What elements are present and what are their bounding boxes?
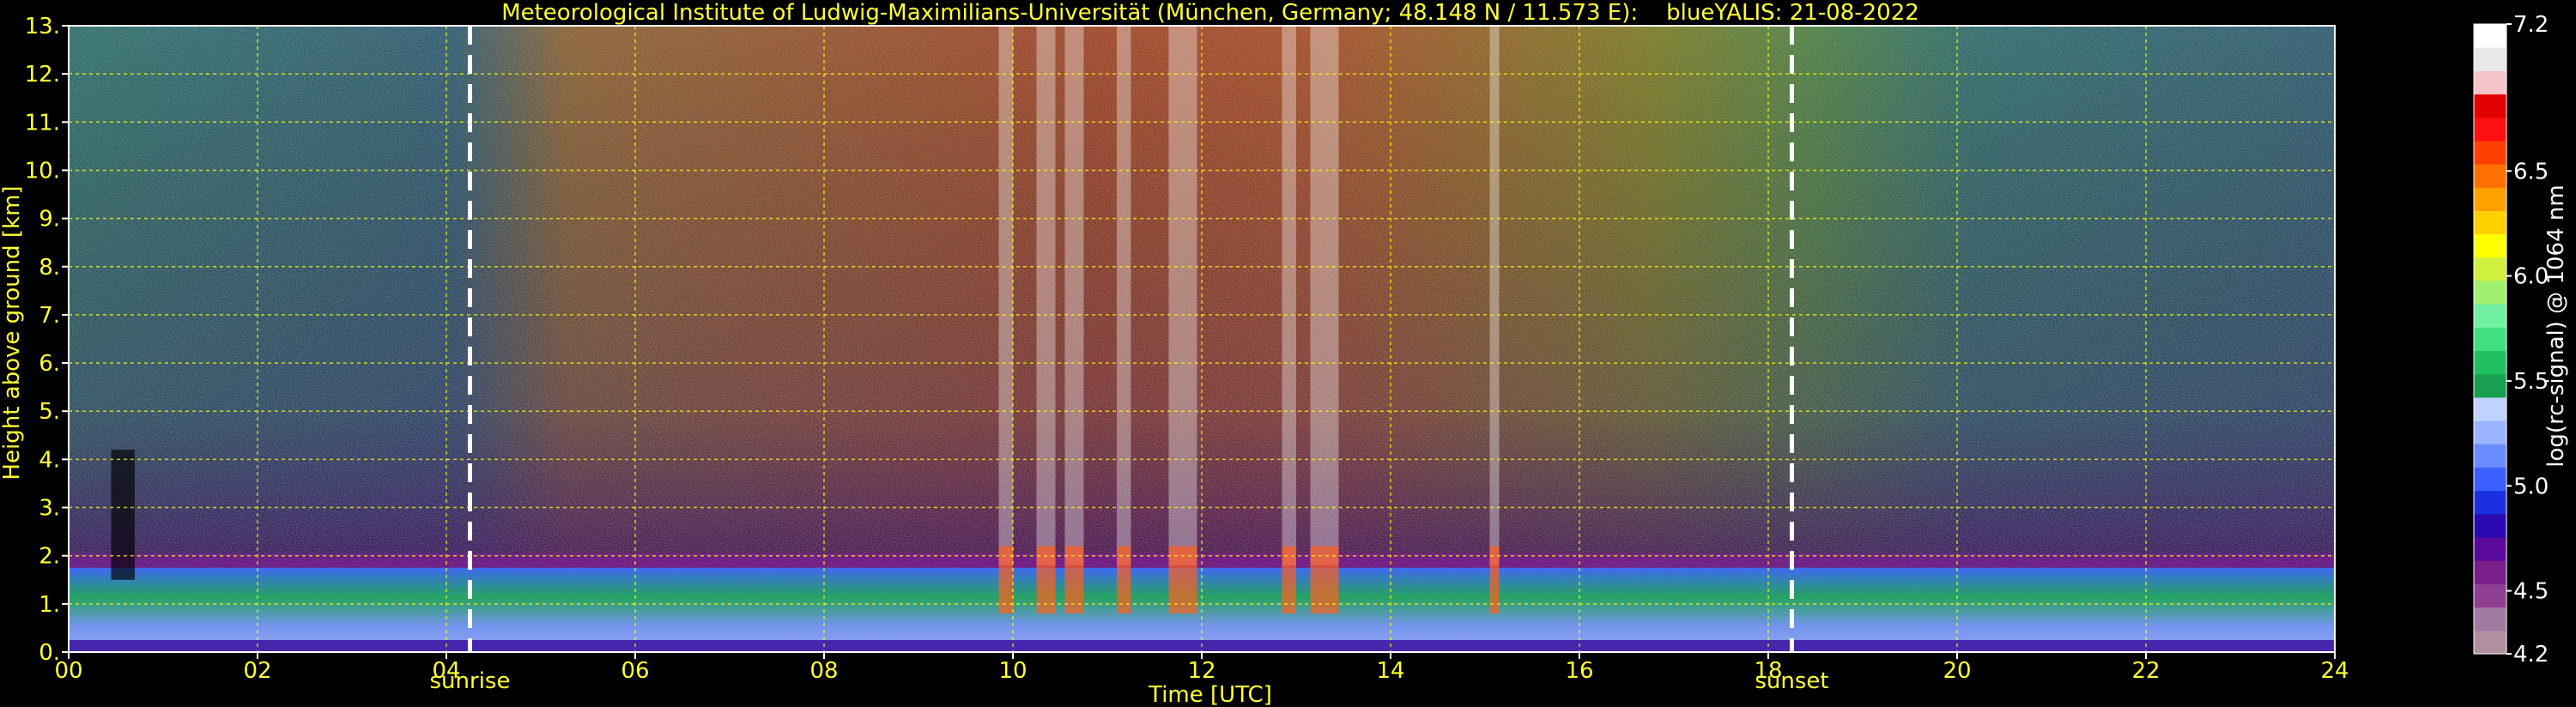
colorbar-tick-label: 4.2	[2513, 642, 2549, 668]
x-tick-label: 12	[1187, 658, 1215, 684]
colorbar-swatch	[2474, 490, 2506, 515]
cloud-streak	[998, 26, 1013, 565]
colorbar-tick-label: 4.5	[2513, 579, 2549, 605]
cloud-streak	[1117, 26, 1131, 565]
x-tick-label: 16	[1565, 658, 1593, 684]
y-tick-label: 6.	[39, 351, 60, 377]
colorbar-swatch	[2474, 513, 2506, 538]
colorbar-swatch	[2474, 607, 2506, 631]
colorbar-swatch	[2474, 164, 2506, 188]
x-tick-label: 10	[998, 658, 1027, 684]
colorbar: 4.24.55.05.56.06.57.2	[2473, 12, 2549, 668]
x-tick-label: 06	[621, 658, 649, 684]
x-axis-label: Time [UTC]	[1148, 682, 1272, 707]
colorbar-swatch	[2474, 117, 2506, 142]
colorbar-swatch	[2474, 583, 2506, 608]
y-tick-label: 11.	[25, 110, 60, 136]
colorbar-swatch	[2474, 187, 2506, 211]
colorbar-tick-label: 5.0	[2513, 474, 2549, 499]
colorbar-swatch	[2474, 396, 2506, 421]
colorbar-swatch	[2474, 373, 2506, 398]
y-tick-label: 4.	[39, 447, 60, 473]
x-tick-label: 18	[1754, 658, 1782, 684]
colorbar-swatch	[2474, 630, 2506, 655]
colorbar-tick-label: 6.5	[2513, 159, 2549, 184]
colorbar-label: log(rc-signal) @ 1064 nm	[2543, 184, 2569, 467]
colorbar-swatch	[2474, 560, 2506, 584]
colorbar-swatch	[2474, 444, 2506, 468]
x-tick-label: 08	[809, 658, 838, 684]
lidar-chart: sunrise sunset 00 02 04 06 08 10 12 14 16 18 20 22 24…	[0, 0, 2569, 707]
colorbar-swatch	[2474, 70, 2506, 95]
x-tick-label: 20	[1943, 658, 1971, 684]
y-tick-label: 5.	[39, 399, 60, 425]
x-tick-label: 04	[432, 658, 460, 684]
cloud-streak	[1168, 26, 1197, 565]
chart-title: Meteorological Institute of Ludwig-Maxim…	[501, 0, 1919, 26]
cloud-streak	[1489, 26, 1500, 565]
colorbar-swatch	[2474, 350, 2506, 375]
y-tick-label: 2.	[39, 544, 60, 570]
y-tick-label: 13.	[25, 14, 60, 39]
x-tick-label: 22	[2131, 658, 2160, 684]
y-tick-label: 9.	[39, 207, 60, 233]
y-tick-label: 3.	[39, 496, 60, 522]
y-tick-label: 7.	[39, 303, 60, 329]
colorbar-swatch	[2474, 210, 2506, 235]
colorbar-swatch	[2474, 47, 2506, 71]
colorbar-swatch	[2474, 537, 2506, 561]
colorbar-swatch	[2474, 420, 2506, 444]
colorbar-swatch	[2474, 304, 2506, 328]
y-tick-label: 1.	[39, 592, 60, 618]
x-tick-label: 24	[2320, 658, 2349, 684]
colorbar-swatch	[2474, 94, 2506, 118]
y-tick-label: 12.	[25, 62, 60, 88]
aerosol-column	[111, 450, 135, 580]
x-tick-label: 02	[243, 658, 271, 684]
x-tick-label: 14	[1376, 658, 1404, 684]
colorbar-tick-label: 7.2	[2513, 12, 2549, 38]
colorbar-swatch	[2474, 281, 2506, 305]
colorbar-swatch	[2474, 257, 2506, 281]
cloud-streak	[1036, 26, 1056, 565]
cloud-streak	[1282, 26, 1296, 565]
colorbar-swatch	[2474, 140, 2506, 165]
cloud-streak	[1064, 26, 1084, 565]
y-tick-label: 10.	[25, 158, 60, 184]
colorbar-swatch	[2474, 467, 2506, 492]
y-tick-label: 0.	[39, 640, 60, 666]
cloud-streak	[1310, 26, 1339, 565]
y-tick-label: 8.	[39, 255, 60, 281]
y-axis-label: Height above ground [km]	[0, 185, 25, 480]
colorbar-swatch	[2474, 327, 2506, 352]
colorbar-swatch	[2474, 233, 2506, 258]
backscatter-field	[69, 26, 2335, 652]
colorbar-swatch	[2474, 24, 2506, 48]
